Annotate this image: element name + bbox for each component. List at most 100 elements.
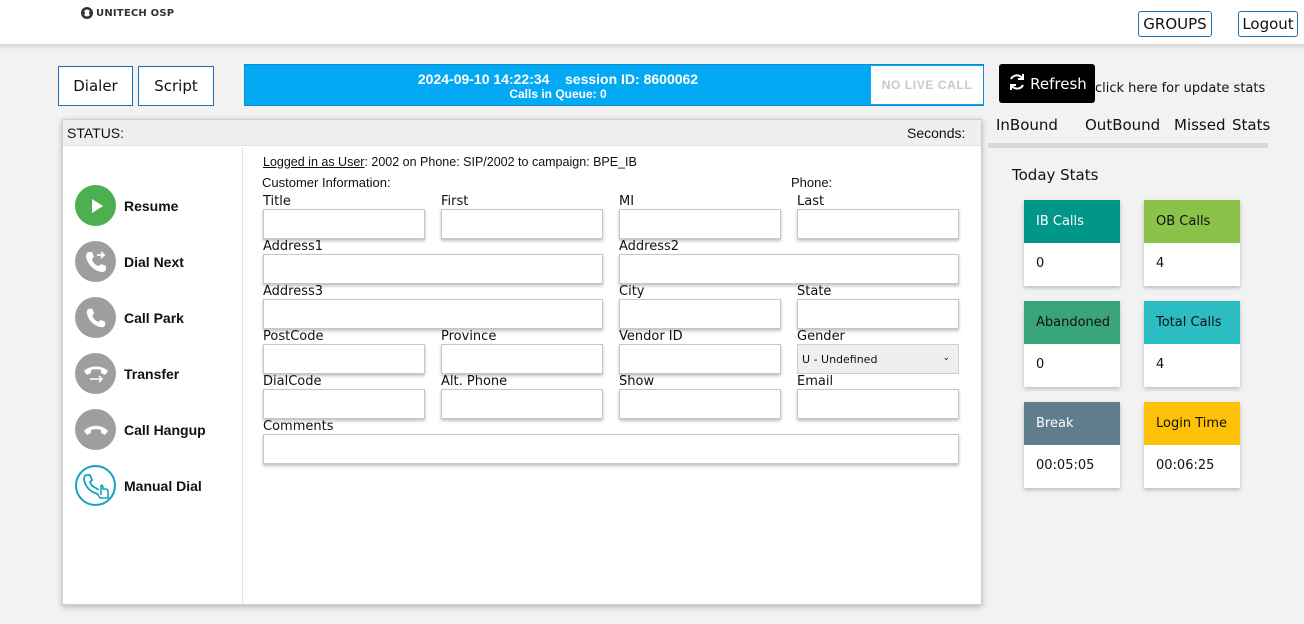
logo-text: UNITECH OSP (96, 7, 175, 19)
comments-input[interactable] (263, 434, 959, 464)
vendor-id-label: Vendor ID (619, 329, 683, 344)
logged-in-user-label: Logged in as User (263, 155, 365, 169)
dialcode-label: DialCode (263, 374, 322, 389)
address3-label: Address3 (263, 284, 324, 299)
top-bar: UNITECH OSP GROUPS Logout (0, 0, 1304, 45)
phone-label: Phone: (791, 175, 833, 190)
transfer-label: Transfer (124, 365, 180, 382)
stat-card-value: 4 (1156, 256, 1165, 271)
state-input[interactable] (797, 299, 959, 329)
title-label: Title (263, 194, 291, 209)
stat-card-label: Total Calls (1144, 301, 1240, 344)
groups-button[interactable]: GROUPS (1138, 11, 1212, 37)
gender-value: U - Undefined (802, 352, 878, 366)
title-input[interactable] (263, 209, 425, 239)
gender-label: Gender (797, 329, 845, 344)
alt-phone-label: Alt. Phone (441, 374, 508, 389)
refresh-label: Refresh (1030, 74, 1087, 93)
logout-button[interactable]: Logout (1238, 11, 1298, 37)
manual-dial-icon (75, 465, 116, 506)
dialcode-input[interactable] (263, 389, 425, 419)
email-input[interactable] (797, 389, 959, 419)
vendor-id-input[interactable] (619, 344, 781, 374)
tab-stats[interactable]: Stats (1232, 116, 1270, 134)
gender-select[interactable]: U - Undefined ⌄ (797, 344, 959, 374)
address2-label: Address2 (619, 239, 680, 254)
session-info: 2024-09-10 14:22:34 session ID: 8600062 (245, 71, 871, 87)
show-input[interactable] (619, 389, 781, 419)
resume-label: Resume (124, 197, 179, 214)
phone-dial-next-icon (75, 241, 116, 282)
stat-card-break: Break 00:05:05 (1024, 402, 1120, 488)
play-icon (75, 185, 116, 226)
tab-missed[interactable]: Missed (1174, 116, 1226, 134)
today-stats-title: Today Stats (1012, 166, 1099, 184)
refresh-icon (1010, 73, 1025, 90)
call-hangup-label: Call Hangup (124, 421, 206, 438)
chevron-down-icon: ⌄ (942, 353, 950, 363)
stat-card-abandoned: Abandoned 0 (1024, 301, 1120, 387)
phone-park-icon (75, 297, 116, 338)
session-id: session ID: 8600062 (565, 71, 699, 87)
phone-hangup-icon (75, 409, 116, 450)
dial-next-label: Dial Next (124, 253, 184, 270)
province-input[interactable] (441, 344, 603, 374)
seconds-label: Seconds: (907, 125, 966, 141)
customer-info-label: Customer Information: (262, 175, 391, 190)
mi-input[interactable] (619, 209, 781, 239)
stat-card-label: Break (1024, 402, 1120, 445)
tab-outbound[interactable]: OutBound (1085, 116, 1160, 134)
city-label: City (619, 284, 645, 299)
call-park-label: Call Park (124, 309, 184, 326)
address2-input[interactable] (619, 254, 959, 284)
stat-card-label: Login Time (1144, 402, 1240, 445)
address3-input[interactable] (263, 299, 603, 329)
manual-dial-label: Manual Dial (124, 477, 202, 494)
script-button[interactable]: Script (138, 66, 214, 106)
stat-card-label: IB Calls (1024, 200, 1120, 243)
alt-phone-input[interactable] (441, 389, 603, 419)
last-input[interactable] (797, 209, 959, 239)
stat-card-ib-calls: IB Calls 0 (1024, 200, 1120, 286)
postcode-input[interactable] (263, 344, 425, 374)
logged-in-details: : 2002 on Phone: SIP/2002 to campaign: B… (364, 155, 637, 169)
refresh-hint: click here for update stats (1095, 81, 1266, 96)
dial-next-button[interactable]: Dial Next (75, 241, 184, 282)
stat-card-login-time: Login Time 00:06:25 (1144, 402, 1240, 488)
last-label: Last (797, 194, 825, 209)
tab-inbound[interactable]: InBound (996, 116, 1058, 134)
address1-label: Address1 (263, 239, 324, 254)
agent-panel: STATUS: Seconds: Resume Dial Next Call P… (62, 119, 982, 605)
refresh-button[interactable]: Refresh (999, 64, 1095, 103)
call-park-button[interactable]: Call Park (75, 297, 184, 338)
province-label: Province (441, 329, 497, 344)
resume-button[interactable]: Resume (75, 185, 178, 226)
live-call-status: NO LIVE CALL (871, 66, 983, 104)
phone-transfer-icon (75, 353, 116, 394)
city-input[interactable] (619, 299, 781, 329)
stat-card-value: 00:05:05 (1036, 458, 1095, 473)
first-label: First (441, 194, 469, 209)
stat-card-value: 00:06:25 (1156, 458, 1215, 473)
stats-tabs: InBound OutBound Missed Stats (988, 114, 1270, 148)
stat-card-ob-calls: OB Calls 4 (1144, 200, 1240, 286)
mi-label: MI (619, 194, 635, 209)
calls-in-queue: Calls in Queue: 0 (509, 87, 607, 101)
call-actions: Resume Dial Next Call Park Transfer Call… (63, 147, 243, 605)
session-datetime: 2024-09-10 14:22:34 (417, 71, 550, 87)
dialer-button[interactable]: Dialer (58, 66, 133, 106)
stat-card-value: 0 (1036, 357, 1045, 372)
status-header: STATUS: Seconds: (63, 120, 981, 146)
show-label: Show (619, 374, 655, 389)
call-hangup-button[interactable]: Call Hangup (75, 409, 206, 450)
transfer-button[interactable]: Transfer (75, 353, 179, 394)
postcode-label: PostCode (263, 329, 324, 344)
session-bar: 2024-09-10 14:22:34 session ID: 8600062 … (244, 64, 984, 106)
logged-in-info: Logged in as User: 2002 on Phone: SIP/20… (263, 155, 637, 169)
stat-card-value: 4 (1156, 357, 1165, 372)
manual-dial-button[interactable]: Manual Dial (75, 465, 202, 506)
first-input[interactable] (441, 209, 603, 239)
address1-input[interactable] (263, 254, 603, 284)
stat-card-label: OB Calls (1144, 200, 1240, 243)
logo-icon (81, 7, 93, 19)
